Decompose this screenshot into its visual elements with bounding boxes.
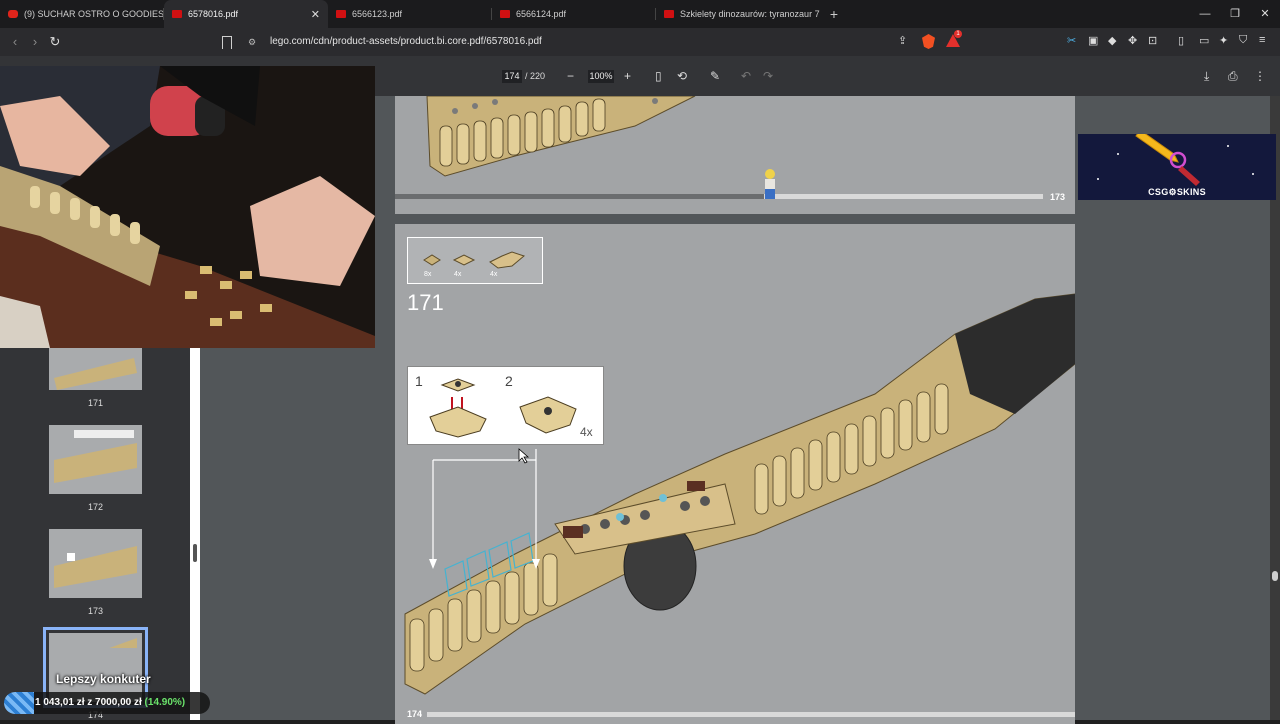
zoom-in-icon[interactable]: +	[624, 68, 631, 84]
tab-title: 6566123.pdf	[352, 9, 403, 19]
build-illustration	[404, 293, 1075, 695]
page-progress-track	[395, 194, 1043, 199]
csgoskins-ad[interactable]: CSG⚙SKINS	[1078, 134, 1276, 200]
donation-percent: (14.90%)	[144, 697, 186, 708]
extensions-puzzle-icon[interactable]: ✥	[1128, 34, 1137, 47]
more-icon[interactable]: ⋮	[1254, 68, 1266, 84]
thumbnail-scroll-thumb[interactable]	[193, 544, 197, 562]
tab-title: Szkielety dinozaurów: tyranozaur 76!	[680, 9, 820, 19]
print-icon[interactable]: ⎙	[1228, 68, 1238, 84]
wallet-icon[interactable]: ▭	[1199, 34, 1209, 47]
page-progress-fill	[395, 194, 765, 199]
thumbnail-illustrations	[54, 358, 137, 648]
substep-illustration	[429, 378, 577, 438]
zoom-out-icon[interactable]: −	[567, 68, 574, 84]
tab-6566124-pdf[interactable]: 6566124.pdf	[492, 0, 656, 28]
restore-icon[interactable]: ❐	[1220, 0, 1250, 28]
new-tab-button[interactable]: +	[820, 0, 848, 28]
bookmark-icon[interactable]	[222, 36, 232, 49]
minifigure-icon	[765, 169, 775, 199]
donation-text: 1 043,01 zł z 7000,00 zł (14.90%)	[35, 697, 185, 708]
address-bar-row: ‹ › ↻ ⚙ lego.com/cdn/product-assets/prod…	[0, 28, 1280, 56]
youtube-icon	[8, 10, 18, 18]
donation-separator: z	[87, 697, 93, 708]
donation-goal: 7000,00 zł	[95, 697, 142, 708]
tab-szkielety[interactable]: Szkielety dinozaurów: tyranozaur 76!	[656, 0, 820, 28]
tab-title: 6578016.pdf	[188, 9, 239, 19]
page-number: 174	[407, 709, 423, 719]
site-info-icon[interactable]: ⚙	[248, 32, 256, 52]
parts-callout: 8x 4x 4x	[407, 237, 543, 284]
step-number: 171	[407, 290, 444, 315]
donation-goal-bar: 1 043,01 zł z 7000,00 zł (14.90%)	[4, 692, 210, 714]
menu-icon[interactable]: ≡	[1259, 34, 1265, 46]
part-quantity: 8x	[424, 271, 432, 278]
lego-icon	[172, 10, 182, 18]
extension-icon[interactable]: ⊡	[1148, 34, 1157, 47]
browser-tab-bar: (9) SUCHAR OSTRO O GOODIES! OD 6578016.p…	[0, 0, 1280, 28]
lego-icon	[336, 10, 346, 18]
url-field[interactable]: ⚙ lego.com/cdn/product-assets/product.bi…	[242, 32, 968, 52]
extension-icon[interactable]: ▣	[1088, 34, 1098, 47]
undo-icon[interactable]: ↶	[741, 68, 751, 84]
zoom-input[interactable]: 100%	[588, 70, 614, 83]
forward-icon[interactable]: ›	[26, 33, 44, 51]
reload-icon[interactable]: ↻	[46, 33, 64, 51]
webcam-feed-illustration	[0, 66, 375, 348]
sidebar-icon[interactable]: ▯	[1178, 34, 1184, 47]
substep-box: 1 2 4x	[407, 366, 604, 445]
download-icon[interactable]: ⤓	[1204, 68, 1209, 84]
fit-page-icon[interactable]: ▯	[655, 68, 662, 84]
thumbnail-scrollbar[interactable]	[190, 348, 200, 720]
close-window-icon[interactable]: ✕	[1250, 0, 1280, 28]
lego-icon	[664, 10, 674, 18]
extension-icon[interactable]: ◆	[1108, 34, 1116, 47]
close-tab-icon[interactable]: ✕	[311, 8, 320, 21]
extension-icon[interactable]: ✂	[1067, 34, 1076, 47]
window-controls: — ❐ ✕	[1190, 0, 1280, 28]
substep-multiplier: 4x	[580, 425, 593, 439]
ad-label: CSG⚙SKINS	[1148, 187, 1206, 197]
leo-ai-icon[interactable]: ✦	[1219, 34, 1228, 47]
rotate-icon[interactable]: ⟲	[677, 68, 687, 84]
pdf-page-173: 173	[395, 95, 1075, 214]
viewer-scroll-thumb[interactable]	[1272, 571, 1278, 581]
lego-icon	[500, 10, 510, 18]
share-icon[interactable]: ⇪	[898, 34, 907, 47]
stream-overlay-title: Lepszy konkuter	[56, 672, 151, 686]
annotate-icon[interactable]: ✎	[710, 68, 720, 84]
tab-youtube[interactable]: (9) SUCHAR OSTRO O GOODIES! OD	[0, 0, 164, 28]
back-icon[interactable]: ‹	[6, 33, 24, 51]
page-number-input[interactable]: 174	[502, 70, 522, 83]
donation-progress-stripe	[4, 692, 34, 714]
minimize-icon[interactable]: —	[1190, 0, 1220, 28]
tab-6578016-pdf[interactable]: 6578016.pdf ✕	[164, 0, 328, 28]
url-text: lego.com/cdn/product-assets/product.bi.c…	[270, 36, 542, 47]
redo-icon[interactable]: ↷	[763, 68, 773, 84]
rewards-badge: 1	[954, 30, 962, 38]
pdf-page-174: 8x 4x 4x 171 1 2 4x 174	[395, 224, 1075, 724]
part-quantity: 4x	[490, 271, 498, 278]
mouse-cursor-icon	[518, 448, 530, 464]
part-quantity: 4x	[454, 271, 462, 278]
webcam-overlay	[0, 66, 375, 348]
tab-title: (9) SUCHAR OSTRO O GOODIES! OD	[24, 9, 164, 19]
page-number: 173	[1050, 192, 1066, 202]
vpn-icon[interactable]: ⛉	[1239, 34, 1247, 47]
tab-6566123-pdf[interactable]: 6566123.pdf	[328, 0, 492, 28]
donation-amount: 1 043,01 zł	[35, 697, 85, 708]
page-total: / 220	[525, 71, 546, 81]
page-progress-track	[427, 712, 1075, 717]
tab-title: 6566124.pdf	[516, 9, 567, 19]
